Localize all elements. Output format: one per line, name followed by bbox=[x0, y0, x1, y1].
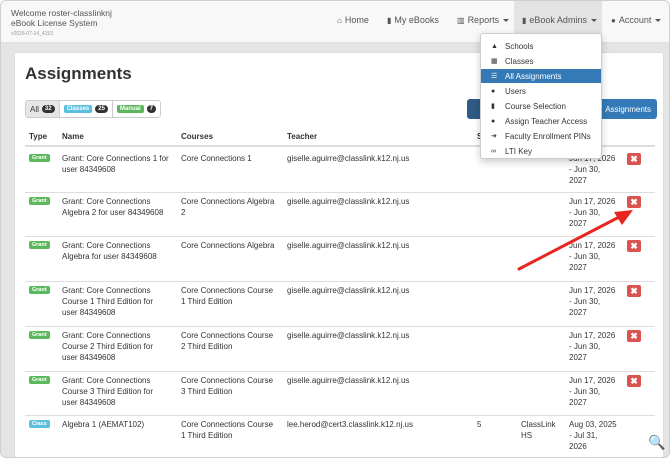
annotation-arrow bbox=[517, 210, 633, 271]
browser-frame: Welcome roster-classlinknj eBook License… bbox=[0, 0, 670, 458]
zoom-icon[interactable]: 🔍 bbox=[648, 434, 665, 451]
